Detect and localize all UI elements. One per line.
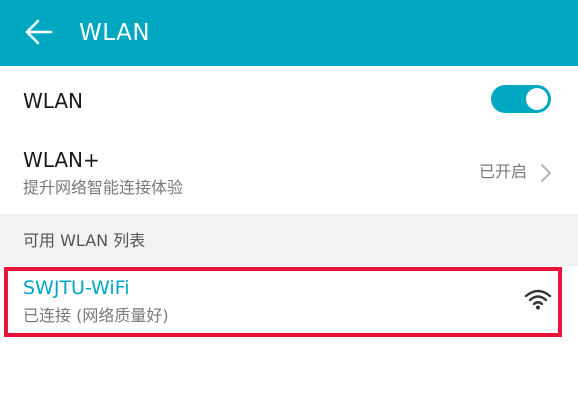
wlan-toggle-switch[interactable]	[491, 85, 551, 113]
empty-list-area	[0, 338, 578, 416]
wlan-toggle-row[interactable]: WLAN	[0, 66, 578, 134]
network-status: 已连接 (网络质量好)	[23, 306, 169, 325]
wlan-label: WLAN	[23, 89, 84, 113]
network-name: SWJTU-WiFi	[23, 277, 130, 299]
toggle-knob	[526, 88, 548, 110]
page-title: WLAN	[79, 20, 151, 46]
wifi-signal-icon	[524, 289, 552, 310]
available-networks-header: 可用 WLAN 列表	[0, 214, 578, 266]
wlan-plus-subtitle: 提升网络智能连接体验	[23, 178, 184, 197]
app-header: WLAN	[0, 0, 578, 66]
chevron-right-icon	[541, 164, 551, 182]
wlan-plus-label: WLAN+	[23, 148, 100, 172]
arrow-left-icon[interactable]	[24, 17, 54, 47]
wlan-plus-row[interactable]: WLAN+ 提升网络智能连接体验 已开启	[0, 134, 578, 214]
wlan-settings-screen: WLAN WLAN WLAN+ 提升网络智能连接体验 已开启 可用 WLAN 列…	[0, 0, 578, 416]
network-list-item[interactable]: SWJTU-WiFi 已连接 (网络质量好)	[0, 266, 578, 338]
wlan-plus-status: 已开启	[479, 162, 528, 181]
section-title: 可用 WLAN 列表	[23, 231, 146, 250]
